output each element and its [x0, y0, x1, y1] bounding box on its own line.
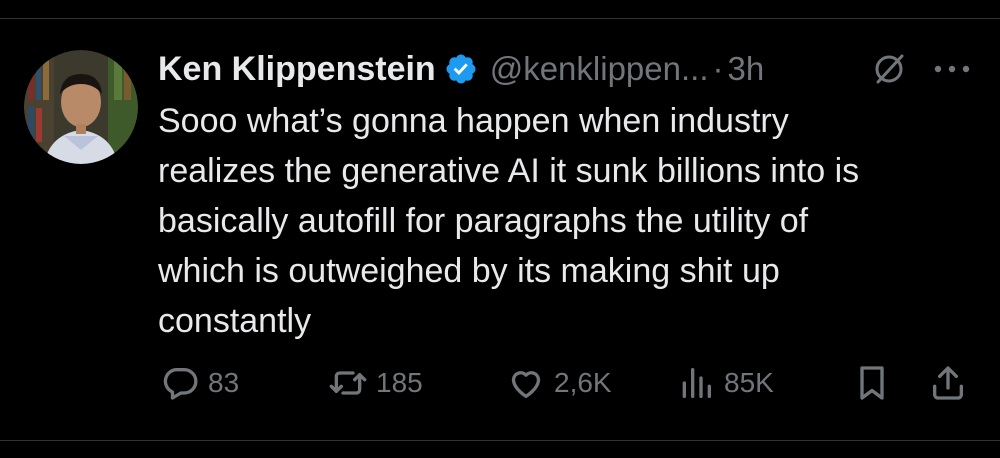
heart-icon — [511, 371, 541, 398]
tweet-header: Ken Klippenstein @kenklippen... · 3h — [158, 46, 978, 92]
views-button[interactable]: 85K — [676, 360, 774, 406]
reply-button[interactable]: 83 — [160, 360, 239, 406]
reply-bubble-icon — [163, 368, 198, 400]
author-name[interactable]: Ken Klippenstein — [158, 50, 436, 89]
tweet-text: Sooo what’s gonna happen when industry r… — [158, 102, 860, 340]
avatar[interactable] — [24, 50, 138, 164]
top-divider — [0, 18, 1000, 19]
verified-badge-icon — [444, 52, 478, 86]
timestamp[interactable]: 3h — [728, 50, 765, 88]
repost-arrows-icon — [329, 371, 367, 395]
share-upload-icon — [933, 366, 963, 400]
action-bar: 83 185 2,6K 85K — [0, 360, 1000, 406]
bottom-divider — [0, 440, 1000, 441]
repost-button[interactable]: 185 — [328, 360, 423, 406]
like-count: 2,6K — [554, 367, 612, 398]
grok-icon[interactable] — [872, 52, 906, 86]
avatar-photo — [24, 50, 138, 164]
share-button[interactable] — [928, 360, 968, 406]
views-count: 85K — [724, 367, 774, 398]
like-button[interactable]: 2,6K — [506, 360, 612, 406]
author-handle[interactable]: @kenklippen... — [490, 50, 709, 88]
separator-dot: · — [712, 50, 724, 87]
reply-count: 83 — [208, 367, 240, 398]
bookmark-button[interactable] — [852, 360, 892, 406]
views-bars-icon — [682, 368, 711, 398]
repost-count: 185 — [376, 367, 423, 398]
more-dots-icon[interactable] — [930, 58, 974, 80]
bookmark-icon — [860, 366, 884, 400]
